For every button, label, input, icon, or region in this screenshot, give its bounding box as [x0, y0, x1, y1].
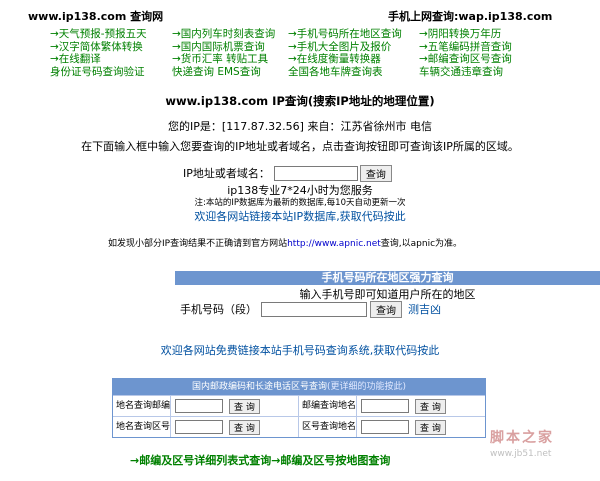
- postal-row: 地名查询邮编 查 询 邮编查询地名 查 询: [113, 395, 485, 416]
- nav-link-translate[interactable]: →在线翻译: [50, 53, 172, 66]
- phone-query-button[interactable]: 查询: [370, 300, 402, 318]
- apnic-suffix: 查询,以apnic为准。: [380, 239, 463, 249]
- phone-input[interactable]: [261, 301, 367, 317]
- nav-link-phone-location[interactable]: →手机号码所在地区查询: [288, 28, 419, 41]
- postal-label: 地名查询区号: [113, 417, 171, 437]
- postal-field: 查 询: [357, 417, 485, 437]
- nav-link-wubi[interactable]: →五笔编码拼音查询: [419, 41, 570, 54]
- site-title: www.ip138.com 查询网: [28, 10, 164, 23]
- nav-link-postcode[interactable]: →邮编查询区号查询: [419, 53, 570, 66]
- nav-link-traffic[interactable]: 车辆交通违章查询: [419, 66, 570, 79]
- postal-label: 邮编查询地名: [299, 396, 357, 416]
- areacode-to-place-button[interactable]: 查 询: [415, 419, 446, 435]
- top-bar: www.ip138.com 查询网 手机上网查询:wap.ip138.com: [0, 0, 600, 26]
- nav-link-express[interactable]: 快递查询 EMS查询: [172, 66, 288, 79]
- apnic-prefix: 如发现小部分IP查询结果不正确请到官方网站: [108, 239, 288, 249]
- watermark-title: 脚本之家: [490, 430, 554, 446]
- nav-link-plate[interactable]: 全国各地车牌查询表: [288, 66, 419, 79]
- nav-row: →在线翻译 →货币汇率 转贴工具 →在线度衡量转换器 →邮编查询区号查询: [50, 53, 570, 66]
- nav-row: 身份证号码查询验证 快递查询 EMS查询 全国各地车牌查询表 车辆交通违章查询: [50, 66, 570, 79]
- ip-query-form: IP地址或者域名： 查询: [183, 164, 392, 182]
- nav-link-calendar[interactable]: →阴阳转换万年历: [419, 28, 570, 41]
- postal-label: 地名查询邮编: [113, 396, 171, 416]
- postal-field: 查 询: [171, 396, 299, 416]
- apnic-notice: 如发现小部分IP查询结果不正确请到官方网站http://www.apnic.ne…: [108, 236, 462, 249]
- ip-query-button[interactable]: 查询: [359, 164, 392, 182]
- phone-field-label: 手机号码（段）: [180, 303, 257, 316]
- postal-query-header: 国内邮政编码和长途电话区号查询(更详细的功能按此): [113, 379, 485, 395]
- instruction-text: 在下面输入框中输入您要查询的IP地址或者域名，点击查询按钮即可查询该IP所属的区…: [81, 140, 519, 153]
- postal-detail-link[interactable]: (更详细的功能按此): [327, 382, 406, 392]
- postcode-to-place-button[interactable]: 查 询: [415, 398, 446, 414]
- place-to-postcode-button[interactable]: 查 询: [229, 398, 260, 414]
- postal-title: 国内邮政编码和长途电话区号查询: [191, 382, 327, 392]
- nav-link-weather[interactable]: →天气预报-预报五天: [50, 28, 172, 41]
- nav-link-currency[interactable]: →货币汇率 转贴工具: [172, 53, 288, 66]
- phone-db-link[interactable]: 欢迎各网站免费链接本站手机号码查询系统,获取代码按此: [0, 342, 600, 358]
- postal-row: 地名查询区号 查 询 区号查询地名 查 询: [113, 416, 485, 437]
- nav-grid: →天气预报-预报五天 →国内列车时刻表查询 →手机号码所在地区查询 →阴阳转换万…: [50, 28, 570, 78]
- nav-row: →汉字简体繁体转换 →国内国际机票查询 →手机大全图片及报价 →五笔编码拼音查询: [50, 41, 570, 54]
- place-to-areacode-button[interactable]: 查 询: [229, 419, 260, 435]
- ip-db-link[interactable]: 欢迎各网站链接本站IP数据库,获取代码按此: [0, 208, 600, 224]
- postcode-to-place-input[interactable]: [361, 399, 409, 413]
- nav-link-id-card[interactable]: 身份证号码查询验证: [50, 66, 172, 79]
- ip-input[interactable]: [273, 165, 358, 181]
- nav-link-unit-converter[interactable]: →在线度衡量转换器: [288, 53, 419, 66]
- postal-list-link[interactable]: →邮编及区号详细列表式查询: [130, 452, 271, 468]
- watermark: 脚本之家 www.jb51.net: [490, 427, 600, 459]
- nav-link-phone-catalog[interactable]: →手机大全图片及报价: [288, 41, 419, 54]
- place-to-areacode-input[interactable]: [175, 420, 223, 434]
- postal-label: 区号查询地名: [299, 417, 357, 437]
- nav-link-train[interactable]: →国内列车时刻表查询: [172, 28, 288, 41]
- nav-row: →天气预报-预报五天 →国内列车时刻表查询 →手机号码所在地区查询 →阴阳转换万…: [50, 28, 570, 41]
- postal-field: 查 询: [357, 396, 485, 416]
- place-to-postcode-input[interactable]: [175, 399, 223, 413]
- page-title: www.ip138.com IP查询(搜索IP地址的地理位置): [165, 94, 435, 108]
- phone-query-header: 手机号码所在地区强力查询: [175, 271, 600, 285]
- nav-link-chinese-convert[interactable]: →汉字简体繁体转换: [50, 41, 172, 54]
- fortune-link[interactable]: 测吉凶: [408, 301, 441, 317]
- phone-query-form: 手机号码（段） 查询 测吉凶: [180, 300, 441, 318]
- database-note: 注:本站的IP数据库为最新的数据库,每10天自动更新一次: [194, 198, 406, 208]
- current-ip-info: 您的IP是：[117.87.32.56] 来自：江苏省徐州市 电信: [168, 120, 432, 133]
- apnic-link[interactable]: http://www.apnic.net: [287, 239, 381, 249]
- nav-link-flight[interactable]: →国内国际机票查询: [172, 41, 288, 54]
- areacode-to-place-input[interactable]: [361, 420, 409, 434]
- postal-field: 查 询: [171, 417, 299, 437]
- postal-query-table: 国内邮政编码和长途电话区号查询(更详细的功能按此) 地名查询邮编 查 询 邮编查…: [112, 378, 486, 438]
- postal-map-link[interactable]: →邮编及区号按地图查询: [271, 452, 390, 468]
- watermark-url: www.jb51.net: [490, 449, 552, 459]
- mobile-query-link[interactable]: 手机上网查询:wap.ip138.com: [388, 8, 552, 24]
- ip-field-label: IP地址或者域名：: [183, 167, 270, 180]
